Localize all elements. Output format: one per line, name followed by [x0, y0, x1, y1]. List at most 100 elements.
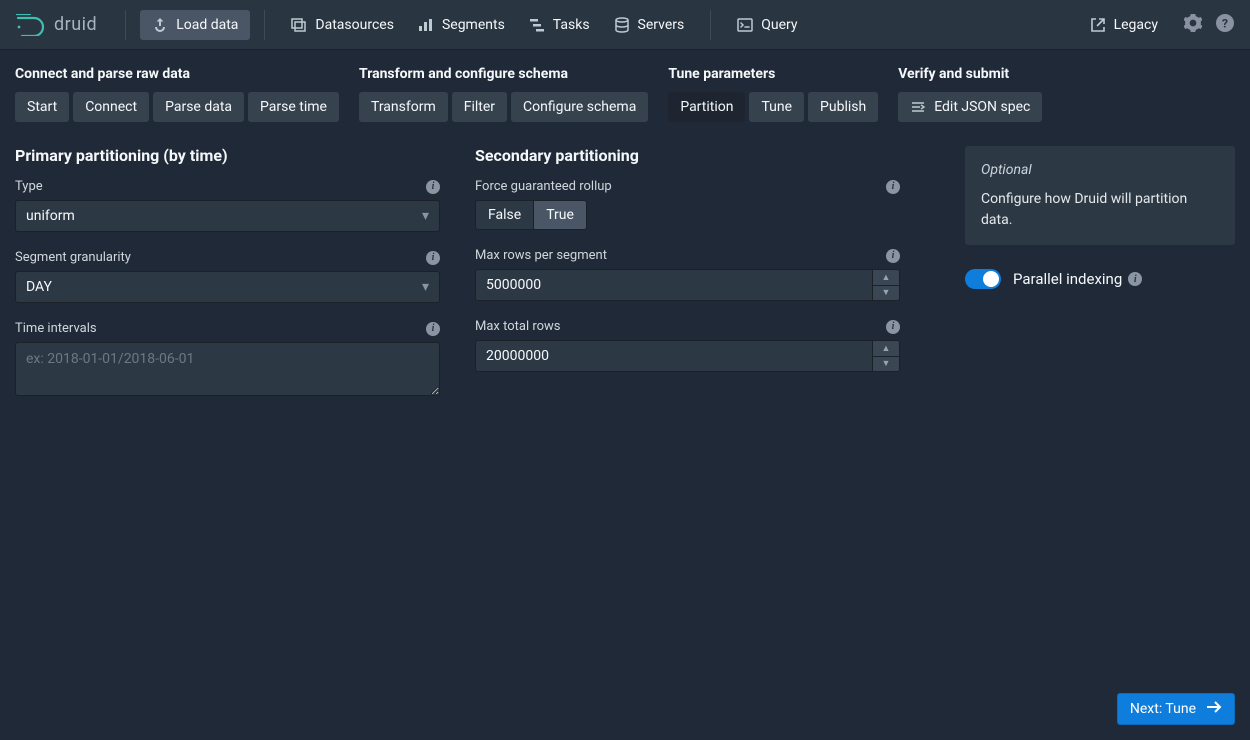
svg-text:?: ?	[1222, 17, 1228, 31]
nav-servers[interactable]: Servers	[602, 10, 697, 40]
parallel-indexing-row: Parallel indexing i	[965, 269, 1235, 289]
pill-filter[interactable]: Filter	[452, 92, 507, 122]
info-icon[interactable]: i	[426, 251, 440, 265]
type-label: Type	[15, 179, 43, 194]
nav-item-label: Datasources	[315, 17, 394, 33]
pill-start[interactable]: Start	[15, 92, 69, 122]
seg-label: Segment granularity	[15, 250, 131, 265]
decrement-button[interactable]: ▼	[872, 285, 900, 302]
optional-text: Configure how Druid will partition data.	[981, 189, 1219, 231]
step-group-label: Transform and configure schema	[359, 66, 648, 82]
nav-query[interactable]: Query	[725, 10, 809, 40]
primary-partitioning-section: Primary partitioning (by time) Type i un…	[15, 146, 440, 418]
nav-item-label: Query	[761, 17, 797, 33]
step-group-label: Connect and parse raw data	[15, 66, 339, 82]
info-icon[interactable]: i	[886, 249, 900, 263]
next-label: Next: Tune	[1130, 701, 1196, 717]
chevron-down-icon: ▾	[422, 208, 429, 224]
type-select[interactable]: uniform ▾	[15, 200, 440, 232]
optional-label: Optional	[981, 160, 1219, 181]
increment-button[interactable]: ▲	[872, 269, 900, 285]
intervals-label: Time intervals	[15, 321, 97, 336]
rollup-false[interactable]: False	[475, 200, 533, 230]
nav-segments[interactable]: Segments	[406, 10, 517, 40]
field-max-total-rows: Max total rows i ▲ ▼	[475, 319, 900, 372]
nav-item-label: Segments	[442, 17, 505, 33]
switch-knob	[983, 271, 999, 287]
edit-json-icon	[910, 99, 926, 115]
nav-tasks[interactable]: Tasks	[517, 10, 602, 40]
step-group-tune: Tune parameters Partition Tune Publish	[668, 66, 878, 122]
nav-legacy-label: Legacy	[1114, 17, 1158, 33]
secondary-heading: Secondary partitioning	[475, 146, 900, 165]
rollup-label: Force guaranteed rollup	[475, 179, 612, 194]
step-group-connect: Connect and parse raw data Start Connect…	[15, 66, 339, 122]
brand-logo[interactable]: druid	[16, 14, 97, 36]
pill-parse-data[interactable]: Parse data	[153, 92, 244, 122]
rollup-toggle: False True	[475, 200, 587, 230]
field-segment-granularity: Segment granularity i DAY ▾	[15, 250, 440, 303]
seg-value: DAY	[26, 279, 52, 295]
main-content: Primary partitioning (by time) Type i un…	[0, 122, 1250, 418]
chart-icon	[418, 17, 434, 33]
field-type: Type i uniform ▾	[15, 179, 440, 232]
nav-divider	[264, 10, 265, 40]
info-icon[interactable]: i	[426, 322, 440, 336]
gear-icon[interactable]	[1184, 14, 1202, 36]
gantt-icon	[529, 17, 545, 33]
help-icon[interactable]: ?	[1216, 14, 1234, 36]
nav-legacy[interactable]: Legacy	[1078, 10, 1170, 40]
decrement-button[interactable]: ▼	[872, 356, 900, 373]
pill-configure-schema[interactable]: Configure schema	[511, 92, 648, 122]
step-group-label: Tune parameters	[668, 66, 878, 82]
external-link-icon	[1090, 17, 1106, 33]
max-rows-input[interactable]	[475, 269, 872, 301]
database-icon	[614, 17, 630, 33]
nav-divider	[125, 10, 126, 40]
maxrows-label: Max rows per segment	[475, 248, 607, 263]
pill-connect[interactable]: Connect	[73, 92, 149, 122]
info-icon[interactable]: i	[886, 320, 900, 334]
info-icon[interactable]: i	[426, 180, 440, 194]
segment-granularity-select[interactable]: DAY ▾	[15, 271, 440, 303]
side-panel: Optional Configure how Druid will partit…	[965, 146, 1235, 418]
parallel-indexing-label: Parallel indexing	[1013, 270, 1122, 288]
pill-transform[interactable]: Transform	[359, 92, 448, 122]
step-group-label: Verify and submit	[898, 66, 1042, 82]
nav-item-label: Servers	[638, 17, 685, 33]
stack-icon	[291, 17, 307, 33]
optional-card: Optional Configure how Druid will partit…	[965, 146, 1235, 245]
pill-partition[interactable]: Partition	[668, 92, 745, 122]
parallel-indexing-switch[interactable]	[965, 269, 1001, 289]
field-max-rows-segment: Max rows per segment i ▲ ▼	[475, 248, 900, 301]
next-button[interactable]: Next: Tune	[1117, 693, 1235, 725]
info-icon[interactable]: i	[886, 180, 900, 194]
step-group-transform: Transform and configure schema Transform…	[359, 66, 648, 122]
pill-parse-time[interactable]: Parse time	[248, 92, 339, 122]
step-group-verify: Verify and submit Edit JSON spec	[898, 66, 1042, 122]
nav-load-data[interactable]: Load data	[140, 10, 250, 40]
nav-item-label: Tasks	[553, 17, 590, 33]
pill-tune[interactable]: Tune	[749, 92, 804, 122]
nav-divider	[710, 10, 711, 40]
pill-edit-json[interactable]: Edit JSON spec	[898, 92, 1042, 122]
field-time-intervals: Time intervals i	[15, 321, 440, 400]
max-total-rows-input[interactable]	[475, 340, 872, 372]
primary-heading: Primary partitioning (by time)	[15, 146, 440, 165]
brand-text: druid	[54, 14, 97, 35]
nav-datasources[interactable]: Datasources	[279, 10, 406, 40]
field-force-rollup: Force guaranteed rollup i False True	[475, 179, 900, 230]
wizard-steps: Connect and parse raw data Start Connect…	[0, 50, 1250, 122]
upload-icon	[152, 17, 168, 33]
druid-logo-icon	[16, 14, 46, 36]
secondary-partitioning-section: Secondary partitioning Force guaranteed …	[475, 146, 900, 418]
increment-button[interactable]: ▲	[872, 340, 900, 356]
pill-publish[interactable]: Publish	[808, 92, 878, 122]
info-icon[interactable]: i	[1128, 272, 1142, 286]
nav-item-label: Load data	[176, 17, 238, 33]
rollup-true[interactable]: True	[533, 200, 587, 230]
console-icon	[737, 17, 753, 33]
time-intervals-input[interactable]	[15, 342, 440, 396]
arrow-right-icon	[1206, 701, 1222, 717]
chevron-down-icon: ▾	[422, 279, 429, 295]
